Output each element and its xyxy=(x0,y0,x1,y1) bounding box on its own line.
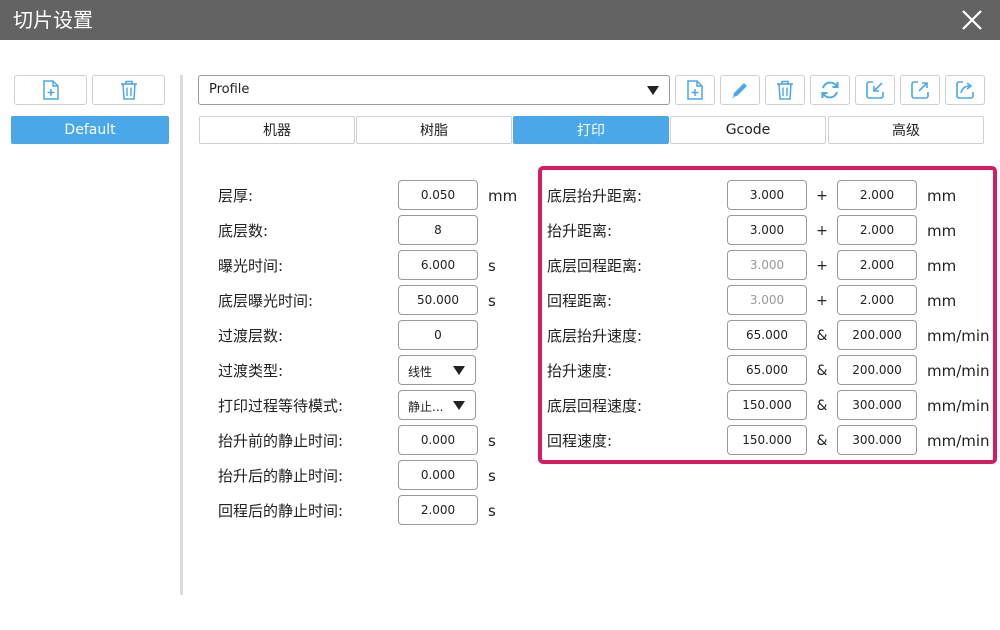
tab-advanced[interactable]: 高级 xyxy=(828,116,984,144)
unit-label: s xyxy=(488,292,496,310)
share-icon xyxy=(956,81,974,99)
profile-select-value: Profile xyxy=(209,82,250,97)
unit-label: s xyxy=(488,432,496,450)
setting-label: 层厚: xyxy=(218,187,254,205)
add-profile-button[interactable] xyxy=(14,75,87,105)
edit-config-button[interactable] xyxy=(720,75,760,105)
transition-type-select[interactable]: 线性 xyxy=(398,355,476,385)
rest-after-retract-input[interactable]: 2.000 xyxy=(398,495,478,525)
new-config-button[interactable] xyxy=(675,75,715,105)
tab-gcode[interactable]: Gcode xyxy=(670,116,826,144)
profile-select[interactable]: Profile xyxy=(198,75,670,105)
import-config-button[interactable] xyxy=(855,75,895,105)
setting-label: 底层曝光时间: xyxy=(218,292,314,310)
profile-item-default[interactable]: Default xyxy=(11,116,169,144)
rest-before-lift-input[interactable]: 0.000 xyxy=(398,425,478,455)
select-value: 静止... xyxy=(408,400,444,414)
title-bar: 切片设置 xyxy=(0,0,1000,40)
bottom-layer-count-input[interactable]: 8 xyxy=(398,215,478,245)
select-value: 线性 xyxy=(408,365,433,379)
exposure-time-input[interactable]: 6.000 xyxy=(398,250,478,280)
setting-label: 打印过程等待模式: xyxy=(218,397,344,415)
wait-mode-select[interactable]: 静止... xyxy=(398,390,476,420)
unit-label: s xyxy=(488,467,496,485)
window-title: 切片设置 xyxy=(13,8,93,32)
setting-label: 抬升前的静止时间: xyxy=(218,432,344,450)
trash-icon xyxy=(120,80,137,100)
import-icon xyxy=(866,81,884,99)
delete-config-button[interactable] xyxy=(765,75,805,105)
chevron-down-icon xyxy=(647,86,659,95)
bottom-exposure-time-input[interactable]: 50.000 xyxy=(398,285,478,315)
unit-label: mm xyxy=(488,187,518,205)
chevron-down-icon xyxy=(453,401,465,410)
rest-after-lift-input[interactable]: 0.000 xyxy=(398,460,478,490)
layer-thickness-input[interactable]: 0.050 xyxy=(398,180,478,210)
transition-layer-count-input[interactable]: 0 xyxy=(398,320,478,350)
unit-label: s xyxy=(488,257,496,275)
trash-icon xyxy=(777,80,793,100)
tab-machine[interactable]: 机器 xyxy=(199,116,355,144)
tab-resin[interactable]: 树脂 xyxy=(356,116,512,144)
export-config-button[interactable] xyxy=(900,75,940,105)
pencil-icon xyxy=(732,83,747,98)
highlight-box xyxy=(538,166,997,464)
chevron-down-icon xyxy=(453,366,465,375)
setting-label: 曝光时间: xyxy=(218,257,284,275)
add-file-icon xyxy=(42,80,59,100)
close-icon[interactable] xyxy=(958,6,986,34)
setting-label: 回程后的静止时间: xyxy=(218,502,344,520)
add-file-icon xyxy=(687,80,703,100)
share-config-button[interactable] xyxy=(945,75,985,105)
setting-label: 过渡层数: xyxy=(218,327,284,345)
setting-label: 底层数: xyxy=(218,222,269,240)
tab-print[interactable]: 打印 xyxy=(513,116,669,144)
refresh-icon xyxy=(821,81,839,99)
unit-label: s xyxy=(488,502,496,520)
setting-label: 过渡类型: xyxy=(218,362,284,380)
delete-profile-button[interactable] xyxy=(92,75,165,105)
panel-divider xyxy=(180,75,183,595)
reset-config-button[interactable] xyxy=(810,75,850,105)
export-icon xyxy=(911,81,929,99)
setting-label: 抬升后的静止时间: xyxy=(218,467,344,485)
